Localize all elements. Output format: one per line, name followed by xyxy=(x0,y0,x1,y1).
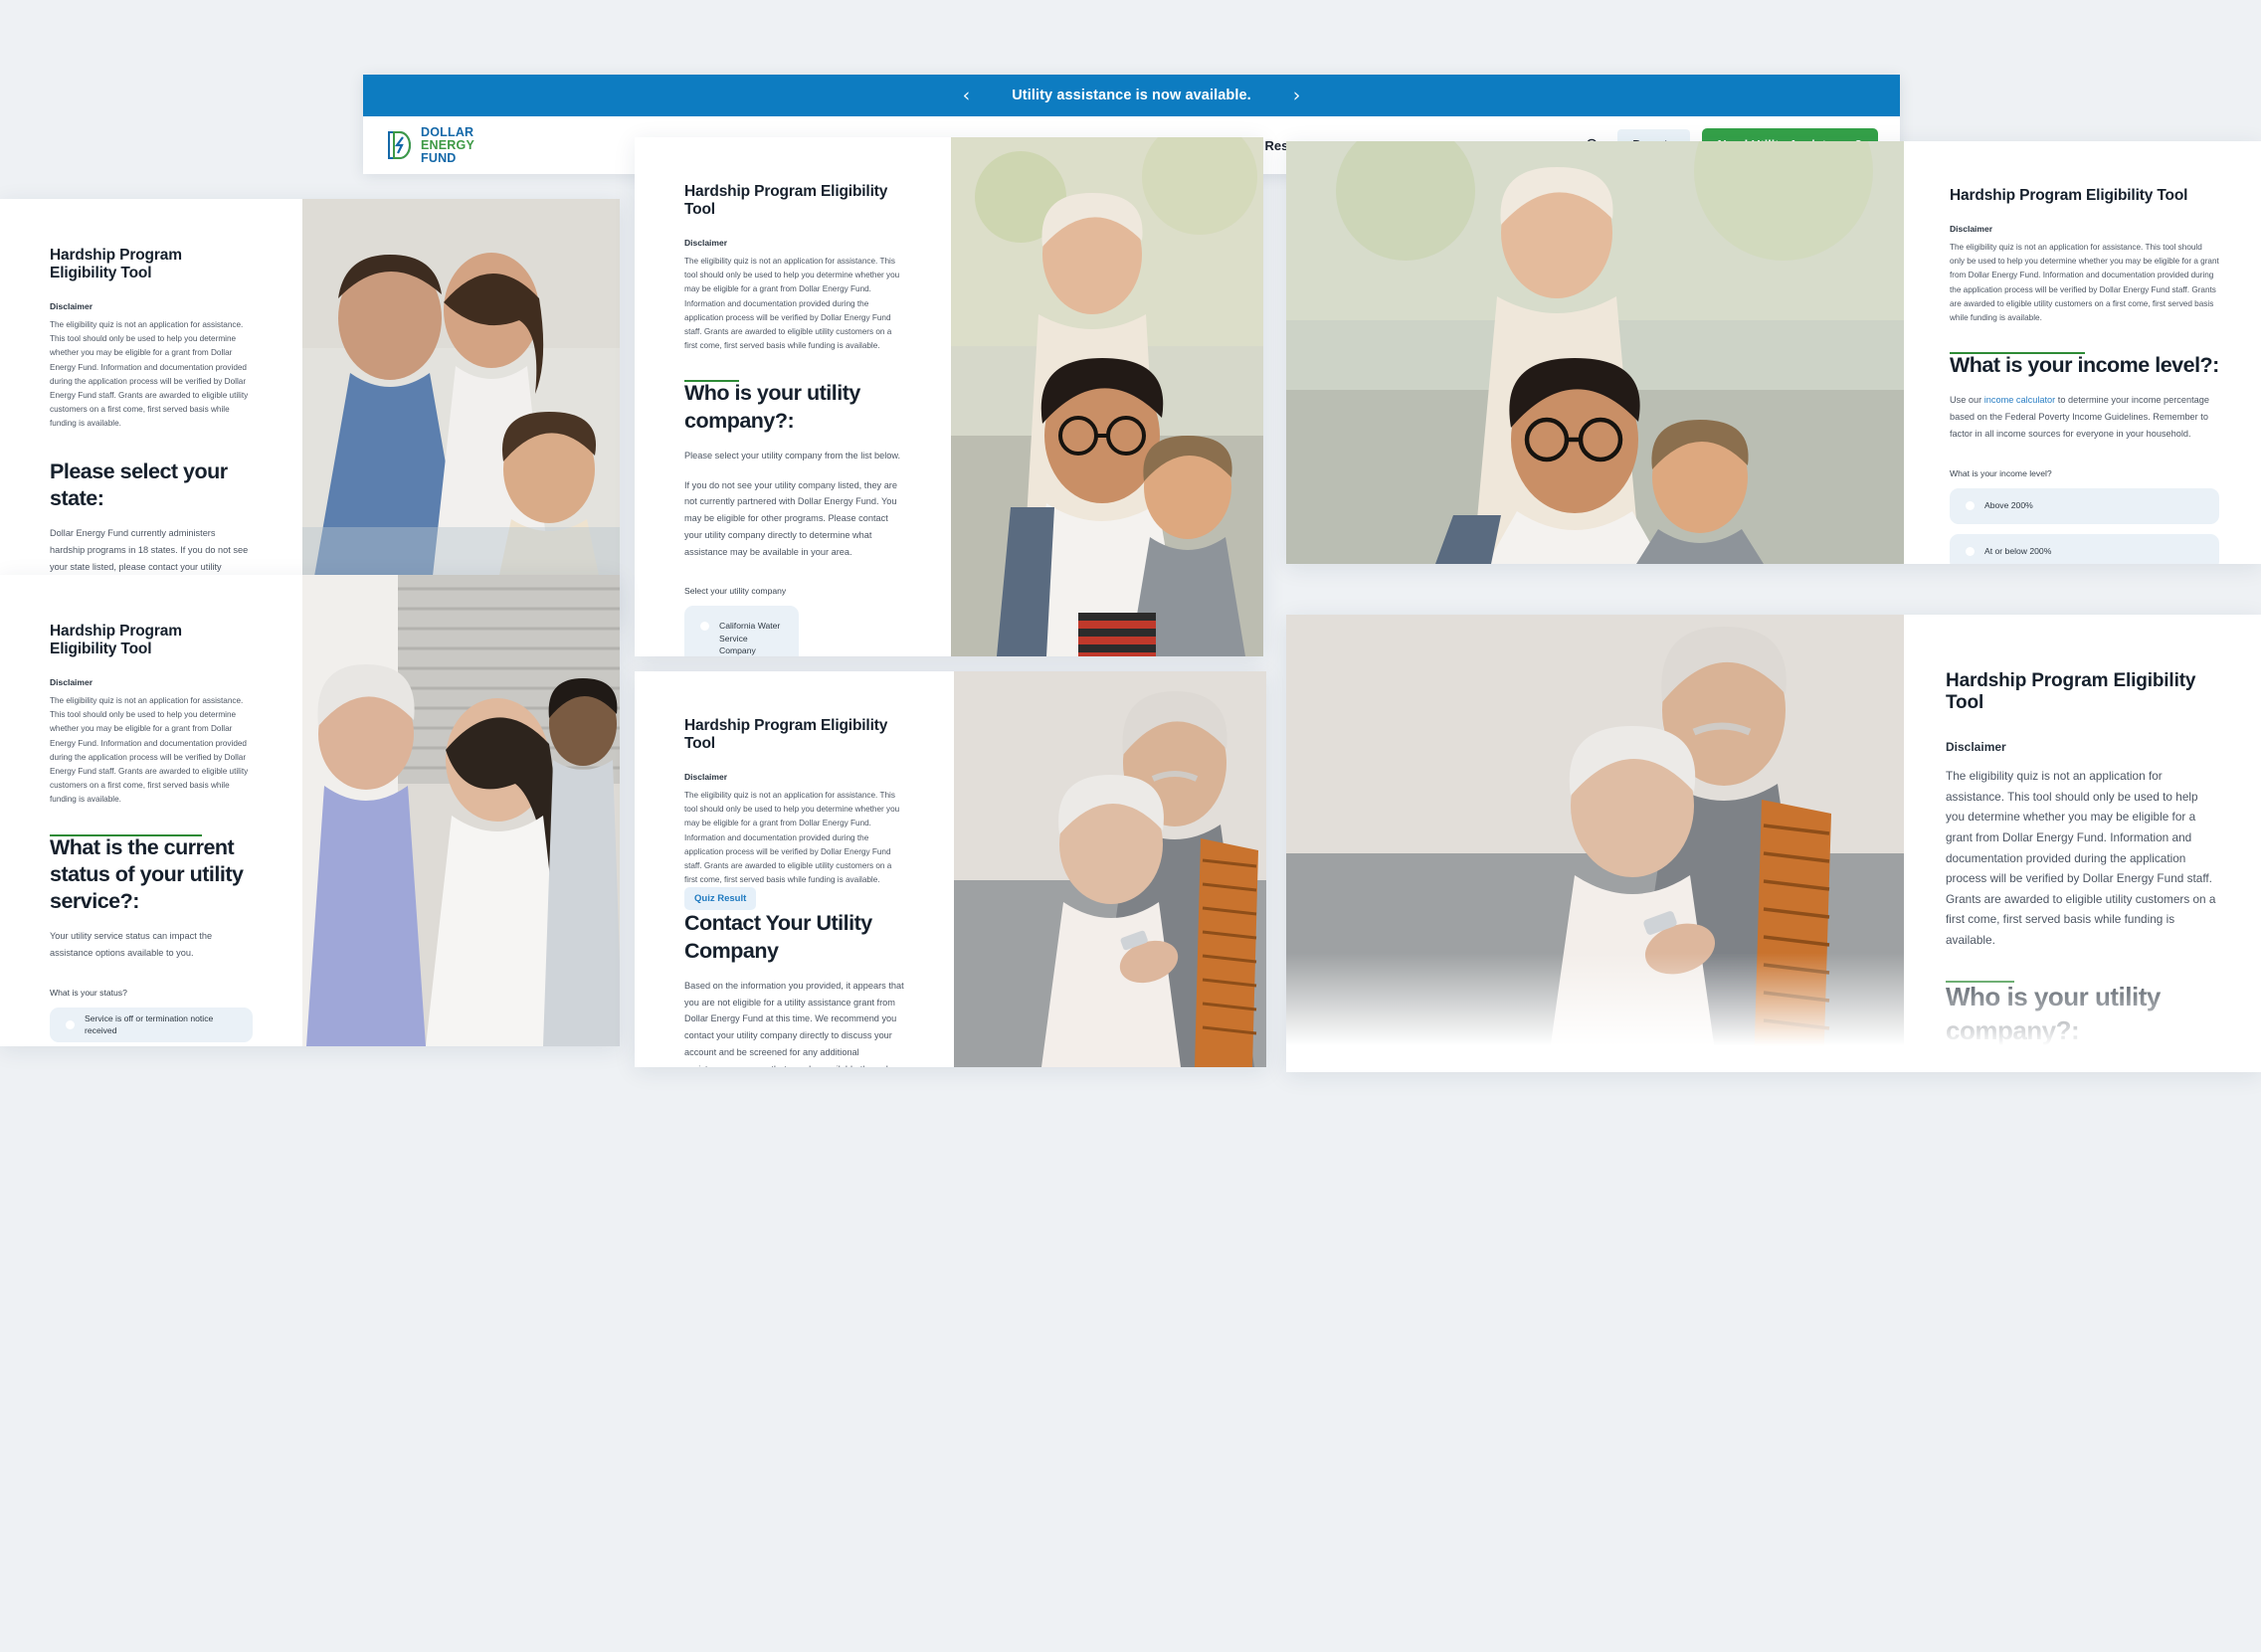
income-options: Above 200% At or below 200% xyxy=(1950,487,2219,564)
utility-options: California Water Service Company Pacific… xyxy=(684,606,901,656)
quiz-card-result: Hardship Program Eligibility Tool Discla… xyxy=(635,671,1266,1067)
photo-elderly-couple xyxy=(954,671,1266,1067)
site-logo[interactable]: DOLLAR ENERGY FUND xyxy=(387,124,474,165)
option-label: At or below 200% xyxy=(1984,546,2052,557)
photo-elderly-couple-large xyxy=(1286,615,1904,1072)
photo-family-of-three xyxy=(302,199,620,622)
card-title: Hardship Program Eligibility Tool xyxy=(684,717,888,752)
radio-icon xyxy=(66,1019,75,1029)
logo-line-1: DOLLAR xyxy=(421,124,474,139)
logo-line-3: FUND xyxy=(421,150,457,165)
question-body: Use our income calculator to determine y… xyxy=(1950,392,2219,442)
card-title: Hardship Program Eligibility Tool xyxy=(684,183,888,218)
question-body-1: Please select your utility company from … xyxy=(1946,1065,2219,1072)
card-title: Hardship Program Eligibility Tool xyxy=(1946,670,2196,713)
disclaimer-body: The eligibility quiz is not an applicati… xyxy=(50,696,249,805)
progress-fill xyxy=(1950,352,2085,355)
logo-line-2: ENERGY xyxy=(421,137,474,152)
option-service-off[interactable]: Service is off or termination notice rec… xyxy=(50,1007,253,1042)
quiz-card-service-status: Hardship Program Eligibility Tool Discla… xyxy=(0,575,620,1046)
question-title: Contact Your Utility Company xyxy=(684,911,872,963)
option-above-200[interactable]: Above 200% xyxy=(1950,487,2219,524)
question-title: Who is your utility company?: xyxy=(1946,981,2161,1045)
disclaimer-body: The eligibility quiz is not an applicati… xyxy=(684,257,900,351)
photo-father-with-two-children xyxy=(951,137,1263,656)
disclaimer-label: Disclaimer xyxy=(684,772,727,782)
quiz-card-utility-company: Hardship Program Eligibility Tool Discla… xyxy=(635,137,1263,656)
announcement-bar: ‹ Utility assistance is now available. › xyxy=(363,75,1900,116)
card-title: Hardship Program Eligibility Tool xyxy=(50,247,182,281)
disclaimer-label: Disclaimer xyxy=(684,238,727,248)
page-canvas: ‹ Utility assistance is now available. ›… xyxy=(0,0,2261,1652)
question-title: Who is your utility company?: xyxy=(684,381,860,433)
option-at-or-below-200[interactable]: At or below 200% xyxy=(1950,533,2219,564)
status-options-label: What is your status? xyxy=(50,987,127,998)
card-title: Hardship Program Eligibility Tool xyxy=(1950,187,2188,204)
question-body-1: Please select your utility company from … xyxy=(684,450,901,460)
disclaimer-body: The eligibility quiz is not an applicati… xyxy=(1950,243,2219,322)
option-label: Service is off or termination notice rec… xyxy=(85,1012,214,1036)
announcement-prev-icon[interactable]: ‹ xyxy=(963,86,971,105)
announcement-text: Utility assistance is now available. xyxy=(1012,88,1251,103)
radio-icon xyxy=(1966,547,1975,557)
progress-fill xyxy=(684,380,739,383)
question-title: What is your income level?: xyxy=(1950,353,2219,378)
question-title: What is the current status of your utili… xyxy=(50,834,244,914)
quiz-card-select-state: Hardship Program Eligibility Tool Discla… xyxy=(0,199,620,622)
option-label: Above 200% xyxy=(1984,500,2033,511)
option-california-water[interactable]: California Water Service Company xyxy=(684,606,799,656)
disclaimer-label: Disclaimer xyxy=(1950,224,1992,234)
disclaimer-body: The eligibility quiz is not an applicati… xyxy=(684,791,900,885)
income-body-pre: Use our xyxy=(1950,395,1984,406)
photo-father-children-outdoors xyxy=(1286,141,1904,564)
disclaimer-label: Disclaimer xyxy=(50,677,93,687)
question-body: Your utility service status can impact t… xyxy=(50,931,213,959)
quiz-card-income-level: Hardship Program Eligibility Tool Discla… xyxy=(1286,141,2261,564)
announcement-next-icon[interactable]: › xyxy=(1293,86,1301,105)
disclaimer-body: The eligibility quiz is not an applicati… xyxy=(50,320,249,429)
question-title: Please select your state: xyxy=(50,459,228,510)
radio-icon xyxy=(700,622,709,632)
card-title: Hardship Program Eligibility Tool xyxy=(50,623,182,657)
photo-two-women-talking xyxy=(302,575,620,1046)
income-calculator-link[interactable]: income calculator xyxy=(1984,395,2056,405)
progress-fill xyxy=(1946,980,2014,983)
income-options-label: What is your income level? xyxy=(1950,467,2052,478)
disclaimer-label: Disclaimer xyxy=(50,301,93,311)
dollar-energy-fund-logo-icon xyxy=(388,131,411,159)
disclaimer-body: The eligibility quiz is not an applicati… xyxy=(1946,769,2216,948)
question-body-2: If you do not see your utility company l… xyxy=(684,479,897,557)
status-options: Service is off or termination notice rec… xyxy=(50,1007,253,1046)
option-label: California Water Service Company xyxy=(719,621,781,656)
disclaimer-label: Disclaimer xyxy=(1946,740,2006,754)
result-body: Based on the information you provided, i… xyxy=(684,980,904,1067)
quiz-card-utility-company-large: Hardship Program Eligibility Tool Discla… xyxy=(1286,615,2261,1072)
progress-fill xyxy=(50,833,202,836)
radio-icon xyxy=(1966,501,1975,511)
utility-options-label: Select your utility company xyxy=(684,586,787,597)
quiz-result-badge: Quiz Result xyxy=(684,887,757,911)
